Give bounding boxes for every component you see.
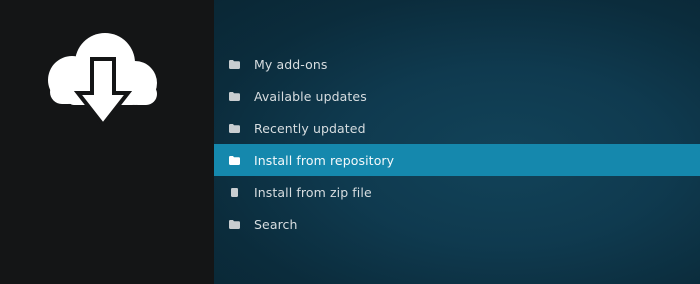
main-panel: My add-ons Available updates Recently up… — [214, 0, 700, 284]
menu-item-search[interactable]: Search — [214, 208, 700, 240]
menu-item-available-updates[interactable]: Available updates — [214, 80, 700, 112]
file-icon — [214, 187, 254, 197]
menu-item-label: Available updates — [254, 88, 367, 104]
addons-menu: My add-ons Available updates Recently up… — [214, 48, 700, 240]
menu-item-install-from-zip[interactable]: Install from zip file — [214, 176, 700, 208]
sidebar — [0, 0, 214, 284]
addons-browser: My add-ons Available updates Recently up… — [0, 0, 700, 284]
folder-icon — [214, 59, 254, 69]
menu-item-install-from-repository[interactable]: Install from repository — [214, 144, 700, 176]
cloud-download-icon — [48, 33, 157, 129]
menu-item-label: Install from repository — [254, 152, 395, 168]
menu-item-recently-updated[interactable]: Recently updated — [214, 112, 700, 144]
menu-item-label: Install from zip file — [254, 184, 372, 200]
menu-item-label: Search — [254, 216, 298, 232]
folder-icon — [214, 219, 254, 229]
folder-icon — [214, 91, 254, 101]
menu-item-label: My add-ons — [254, 56, 328, 72]
folder-icon — [214, 155, 254, 165]
menu-item-my-addons[interactable]: My add-ons — [214, 48, 700, 80]
folder-icon — [214, 123, 254, 133]
menu-item-label: Recently updated — [254, 120, 366, 136]
